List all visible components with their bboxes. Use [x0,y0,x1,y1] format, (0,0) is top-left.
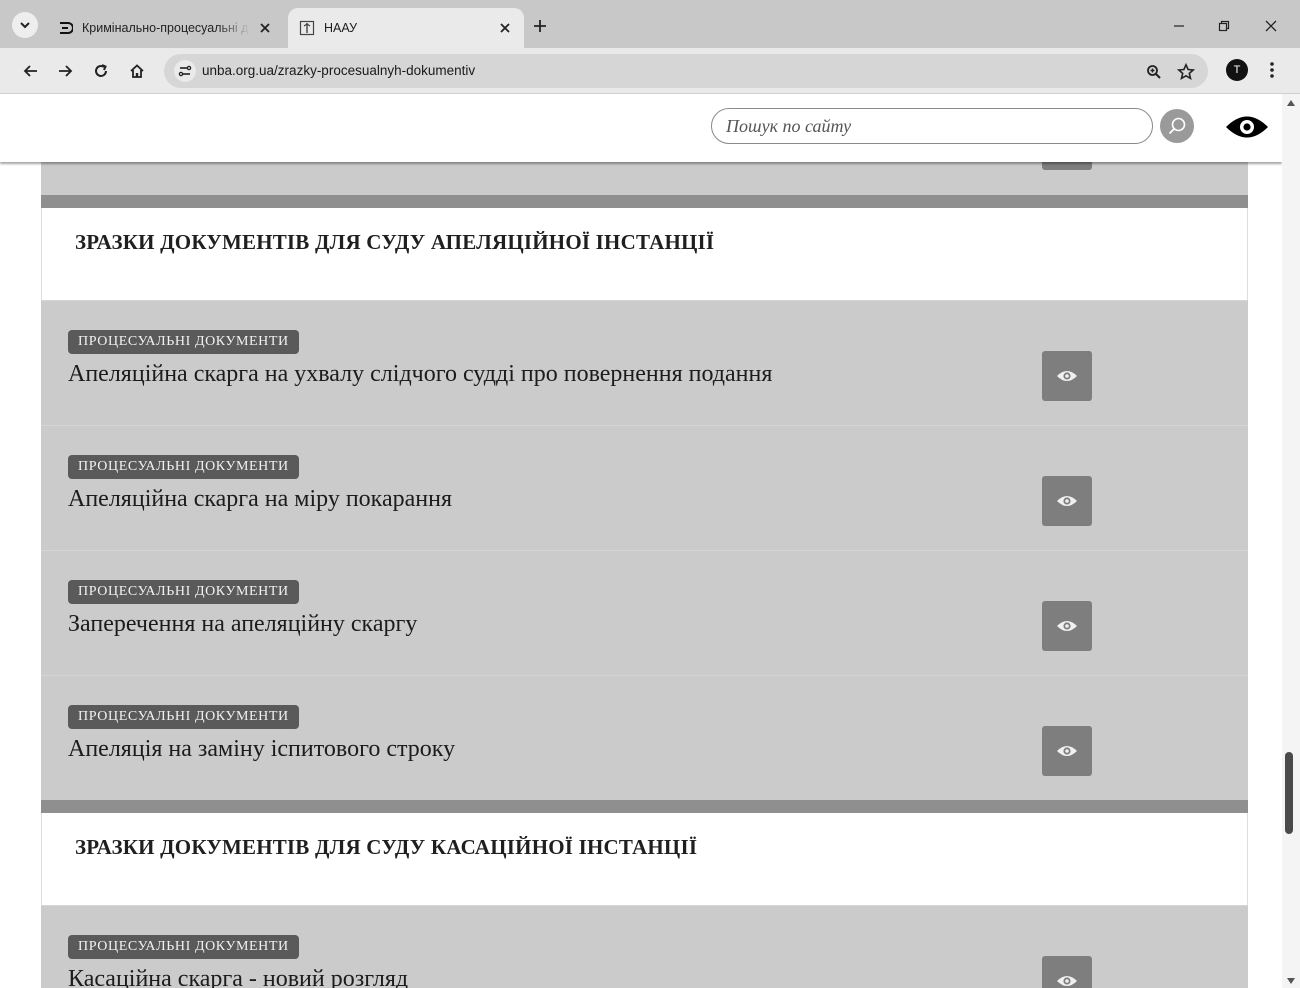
section-header-appeal: ЗРАЗКИ ДОКУМЕНТІВ ДЛЯ СУДУ АПЕЛЯЦІЙНОЇ І… [41,208,1248,300]
eye-icon [1057,746,1077,756]
view-document-button[interactable] [1042,726,1092,776]
document-row[interactable]: ПРОЦЕСУАЛЬНІ ДОКУМЕНТИ Заперечення на ап… [41,550,1248,675]
document-row[interactable]: ПРОЦЕСУАЛЬНІ ДОКУМЕНТИ Апеляція на замін… [41,675,1248,800]
browser-menu-button[interactable] [1260,58,1284,82]
tab-criminal-procedure[interactable]: Кримінально-процесуальні до [46,8,284,48]
address-bar[interactable]: unba.org.ua/zrazky-procesualnyh-dokument… [164,54,1208,88]
arrow-left-icon [23,65,37,77]
eye-icon [1226,116,1268,138]
home-icon [130,64,144,78]
category-tag[interactable]: ПРОЦЕСУАЛЬНІ ДОКУМЕНТИ [68,935,299,959]
browser-tab-strip: Кримінально-процесуальні до НААУ [0,0,1300,48]
eye-icon [1057,976,1077,986]
back-button[interactable] [18,58,44,84]
document-row[interactable]: ПРОЦЕСУАЛЬНІ ДОКУМЕНТИ Касаційна скарга … [41,905,1248,988]
view-document-button[interactable] [1042,601,1092,651]
site-info-icon[interactable] [174,60,196,82]
view-document-button[interactable] [1042,351,1092,401]
category-tag[interactable]: ПРОЦЕСУАЛЬНІ ДОКУМЕНТИ [68,705,299,729]
section-title: ЗРАЗКИ ДОКУМЕНТІВ ДЛЯ СУДУ КАСАЦІЙНОЇ ІН… [75,835,698,859]
section-title: ЗРАЗКИ ДОКУМЕНТІВ ДЛЯ СУДУ АПЕЛЯЦІЙНОЇ І… [75,230,715,254]
forward-button[interactable] [52,58,78,84]
document-title-link[interactable]: Апеляційна скарга на ухвалу слідчого суд… [68,361,772,388]
chevron-down-icon [20,22,30,29]
search-button[interactable] [1160,109,1194,143]
page-scrollbar[interactable] [1282,94,1300,988]
category-tag[interactable]: ПРОЦЕСУАЛЬНІ ДОКУМЕНТИ [68,455,299,479]
close-icon [1265,20,1277,32]
browser-toolbar: unba.org.ua/zrazky-procesualnyh-dokument… [0,48,1300,94]
site-header [0,94,1282,162]
document-row[interactable]: ПРОЦЕСУАЛЬНІ ДОКУМЕНТИ Апеляційна скарга… [41,425,1248,550]
tab-title: Кримінально-процесуальні до [82,21,250,35]
minimize-button[interactable] [1167,14,1191,38]
plus-icon [534,20,546,32]
view-document-button[interactable] [1042,476,1092,526]
eye-icon [1057,621,1077,631]
scroll-down-arrow-icon[interactable] [1286,976,1296,986]
document-title-link[interactable]: Апеляційна скарга на міру покарання [68,486,452,513]
page-viewport: ЗРАЗКИ ДОКУМЕНТІВ ДЛЯ СУДУ АПЕЛЯЦІЙНОЇ І… [0,94,1282,988]
view-document-button[interactable] [1042,956,1092,988]
scrollbar-thumb[interactable] [1285,752,1293,834]
zoom-icon[interactable] [1144,62,1164,82]
close-tab-icon[interactable] [256,19,274,37]
bookmark-star-icon[interactable] [1176,62,1196,82]
category-tag[interactable]: ПРОЦЕСУАЛЬНІ ДОКУМЕНТИ [68,580,299,604]
minimize-icon [1174,25,1184,27]
arrow-right-icon [59,65,73,77]
restore-button[interactable] [1212,14,1236,38]
document-title-link[interactable]: Заперечення на апеляційну скаргу [68,611,417,638]
unba-favicon-icon [298,19,316,37]
tab-title: НААУ [324,21,358,35]
document-title-link[interactable]: Апеляція на заміну іспитового строку [68,736,455,763]
document-row[interactable]: ПРОЦЕСУАЛЬНІ ДОКУМЕНТИ Апеляційна скарга… [41,300,1248,425]
home-button[interactable] [124,58,150,84]
search-icon [1168,117,1186,135]
site-search-input[interactable] [711,108,1153,144]
new-tab-button[interactable] [528,14,552,38]
close-tab-icon[interactable] [496,19,514,37]
accessibility-eye-toggle[interactable] [1224,112,1270,142]
document-favicon-icon [56,19,74,37]
section-divider [41,195,1248,208]
reload-icon [95,64,107,77]
profile-avatar[interactable]: T [1226,59,1248,81]
section-divider [41,800,1248,813]
scroll-up-arrow-icon[interactable] [1286,98,1296,108]
eye-icon [1057,496,1077,506]
tab-search-button[interactable] [12,12,38,38]
more-vertical-icon [1270,62,1274,78]
document-title-link[interactable]: Касаційна скарга - новий розгляд [68,966,408,988]
category-tag[interactable]: ПРОЦЕСУАЛЬНІ ДОКУМЕНТИ [68,330,299,354]
close-window-button[interactable] [1259,14,1283,38]
tab-naau[interactable]: НААУ [288,8,524,48]
url-text[interactable]: unba.org.ua/zrazky-procesualnyh-dokument… [202,63,475,78]
section-header-cassation: ЗРАЗКИ ДОКУМЕНТІВ ДЛЯ СУДУ КАСАЦІЙНОЇ ІН… [41,813,1248,905]
restore-icon [1218,20,1230,32]
eye-icon [1057,371,1077,381]
reload-button[interactable] [88,58,114,84]
